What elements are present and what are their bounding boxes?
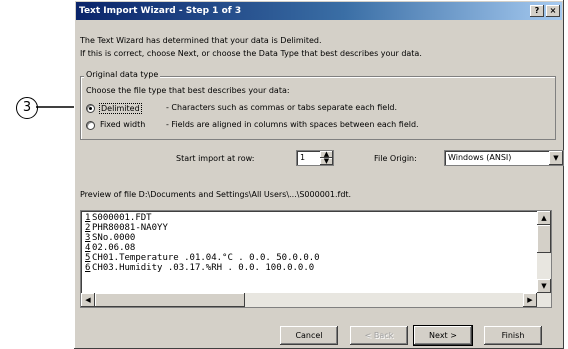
preview-row: 3 SNo.0000 bbox=[85, 233, 136, 243]
text-import-wizard-dialog: Text Import Wizard - Step 1 of 3 ? × The… bbox=[74, 0, 564, 349]
scroll-right-button[interactable]: ▶ bbox=[523, 293, 537, 307]
group-label: Original data type bbox=[84, 70, 161, 79]
next-button[interactable]: Next > bbox=[413, 325, 473, 346]
file-origin-dropdown-button[interactable]: ▼ bbox=[549, 151, 563, 165]
delimited-radio[interactable] bbox=[86, 104, 95, 113]
finish-button[interactable]: Finish bbox=[484, 326, 542, 345]
scroll-down-button[interactable]: ▼ bbox=[537, 279, 551, 293]
preview-row: 2 PHR80081-NA0YY bbox=[85, 223, 168, 233]
preview-vertical-scrollbar[interactable]: ▲ ▼ bbox=[537, 211, 551, 293]
delimited-label[interactable]: Delimited bbox=[99, 103, 142, 114]
delimited-description: - Characters such as commas or tabs sepa… bbox=[166, 103, 398, 112]
callout-number: 3 bbox=[22, 100, 32, 115]
fixed-width-label[interactable]: Fixed width bbox=[100, 120, 145, 129]
intro-line-1: The Text Wizard has determined that your… bbox=[80, 36, 322, 45]
vertical-scroll-thumb[interactable] bbox=[537, 225, 551, 253]
preview-row: 6 CH03.Humidity .03.17.%RH . 0.0. 100.0.0… bbox=[85, 263, 315, 273]
close-button[interactable]: × bbox=[546, 5, 560, 17]
file-origin-select[interactable]: Windows (ANSI) bbox=[444, 150, 564, 166]
dialog-title: Text Import Wizard - Step 1 of 3 bbox=[79, 6, 242, 16]
group-prompt: Choose the file type that best describes… bbox=[86, 86, 290, 95]
preview-row: 1 S000001.FDT bbox=[85, 213, 152, 223]
horizontal-scroll-thumb[interactable] bbox=[95, 293, 245, 307]
scroll-up-button[interactable]: ▲ bbox=[537, 211, 551, 225]
fixed-width-description: - Fields are aligned in columns with spa… bbox=[166, 120, 419, 129]
file-origin-label: File Origin: bbox=[374, 154, 417, 163]
callout-circle: 3 bbox=[16, 97, 38, 119]
back-button[interactable]: < Back bbox=[350, 326, 408, 345]
preview-row: 4 02.06.08 bbox=[85, 243, 136, 253]
cancel-button[interactable]: Cancel bbox=[280, 326, 338, 345]
title-bar: Text Import Wizard - Step 1 of 3 ? × bbox=[76, 2, 562, 20]
preview-row: 5 CH01.Temperature .01.04.°C . 0.0. 50.0.… bbox=[85, 253, 320, 263]
file-preview-pane[interactable]: 1 S000001.FDT 2 PHR80081-NA0YY 3 SNo.0000 4… bbox=[80, 210, 552, 308]
start-row-down-button[interactable]: ▼ bbox=[320, 158, 333, 165]
start-row-label: Start import at row: bbox=[176, 154, 255, 163]
preview-horizontal-scrollbar[interactable]: ◀ ▶ bbox=[81, 293, 551, 307]
preview-label: Preview of file D:\Documents and Setting… bbox=[80, 190, 352, 199]
scroll-left-button[interactable]: ◀ bbox=[81, 293, 95, 307]
fixed-width-radio[interactable] bbox=[86, 121, 95, 130]
intro-line-2: If this is correct, choose Next, or choo… bbox=[80, 49, 422, 58]
help-button[interactable]: ? bbox=[530, 5, 544, 17]
